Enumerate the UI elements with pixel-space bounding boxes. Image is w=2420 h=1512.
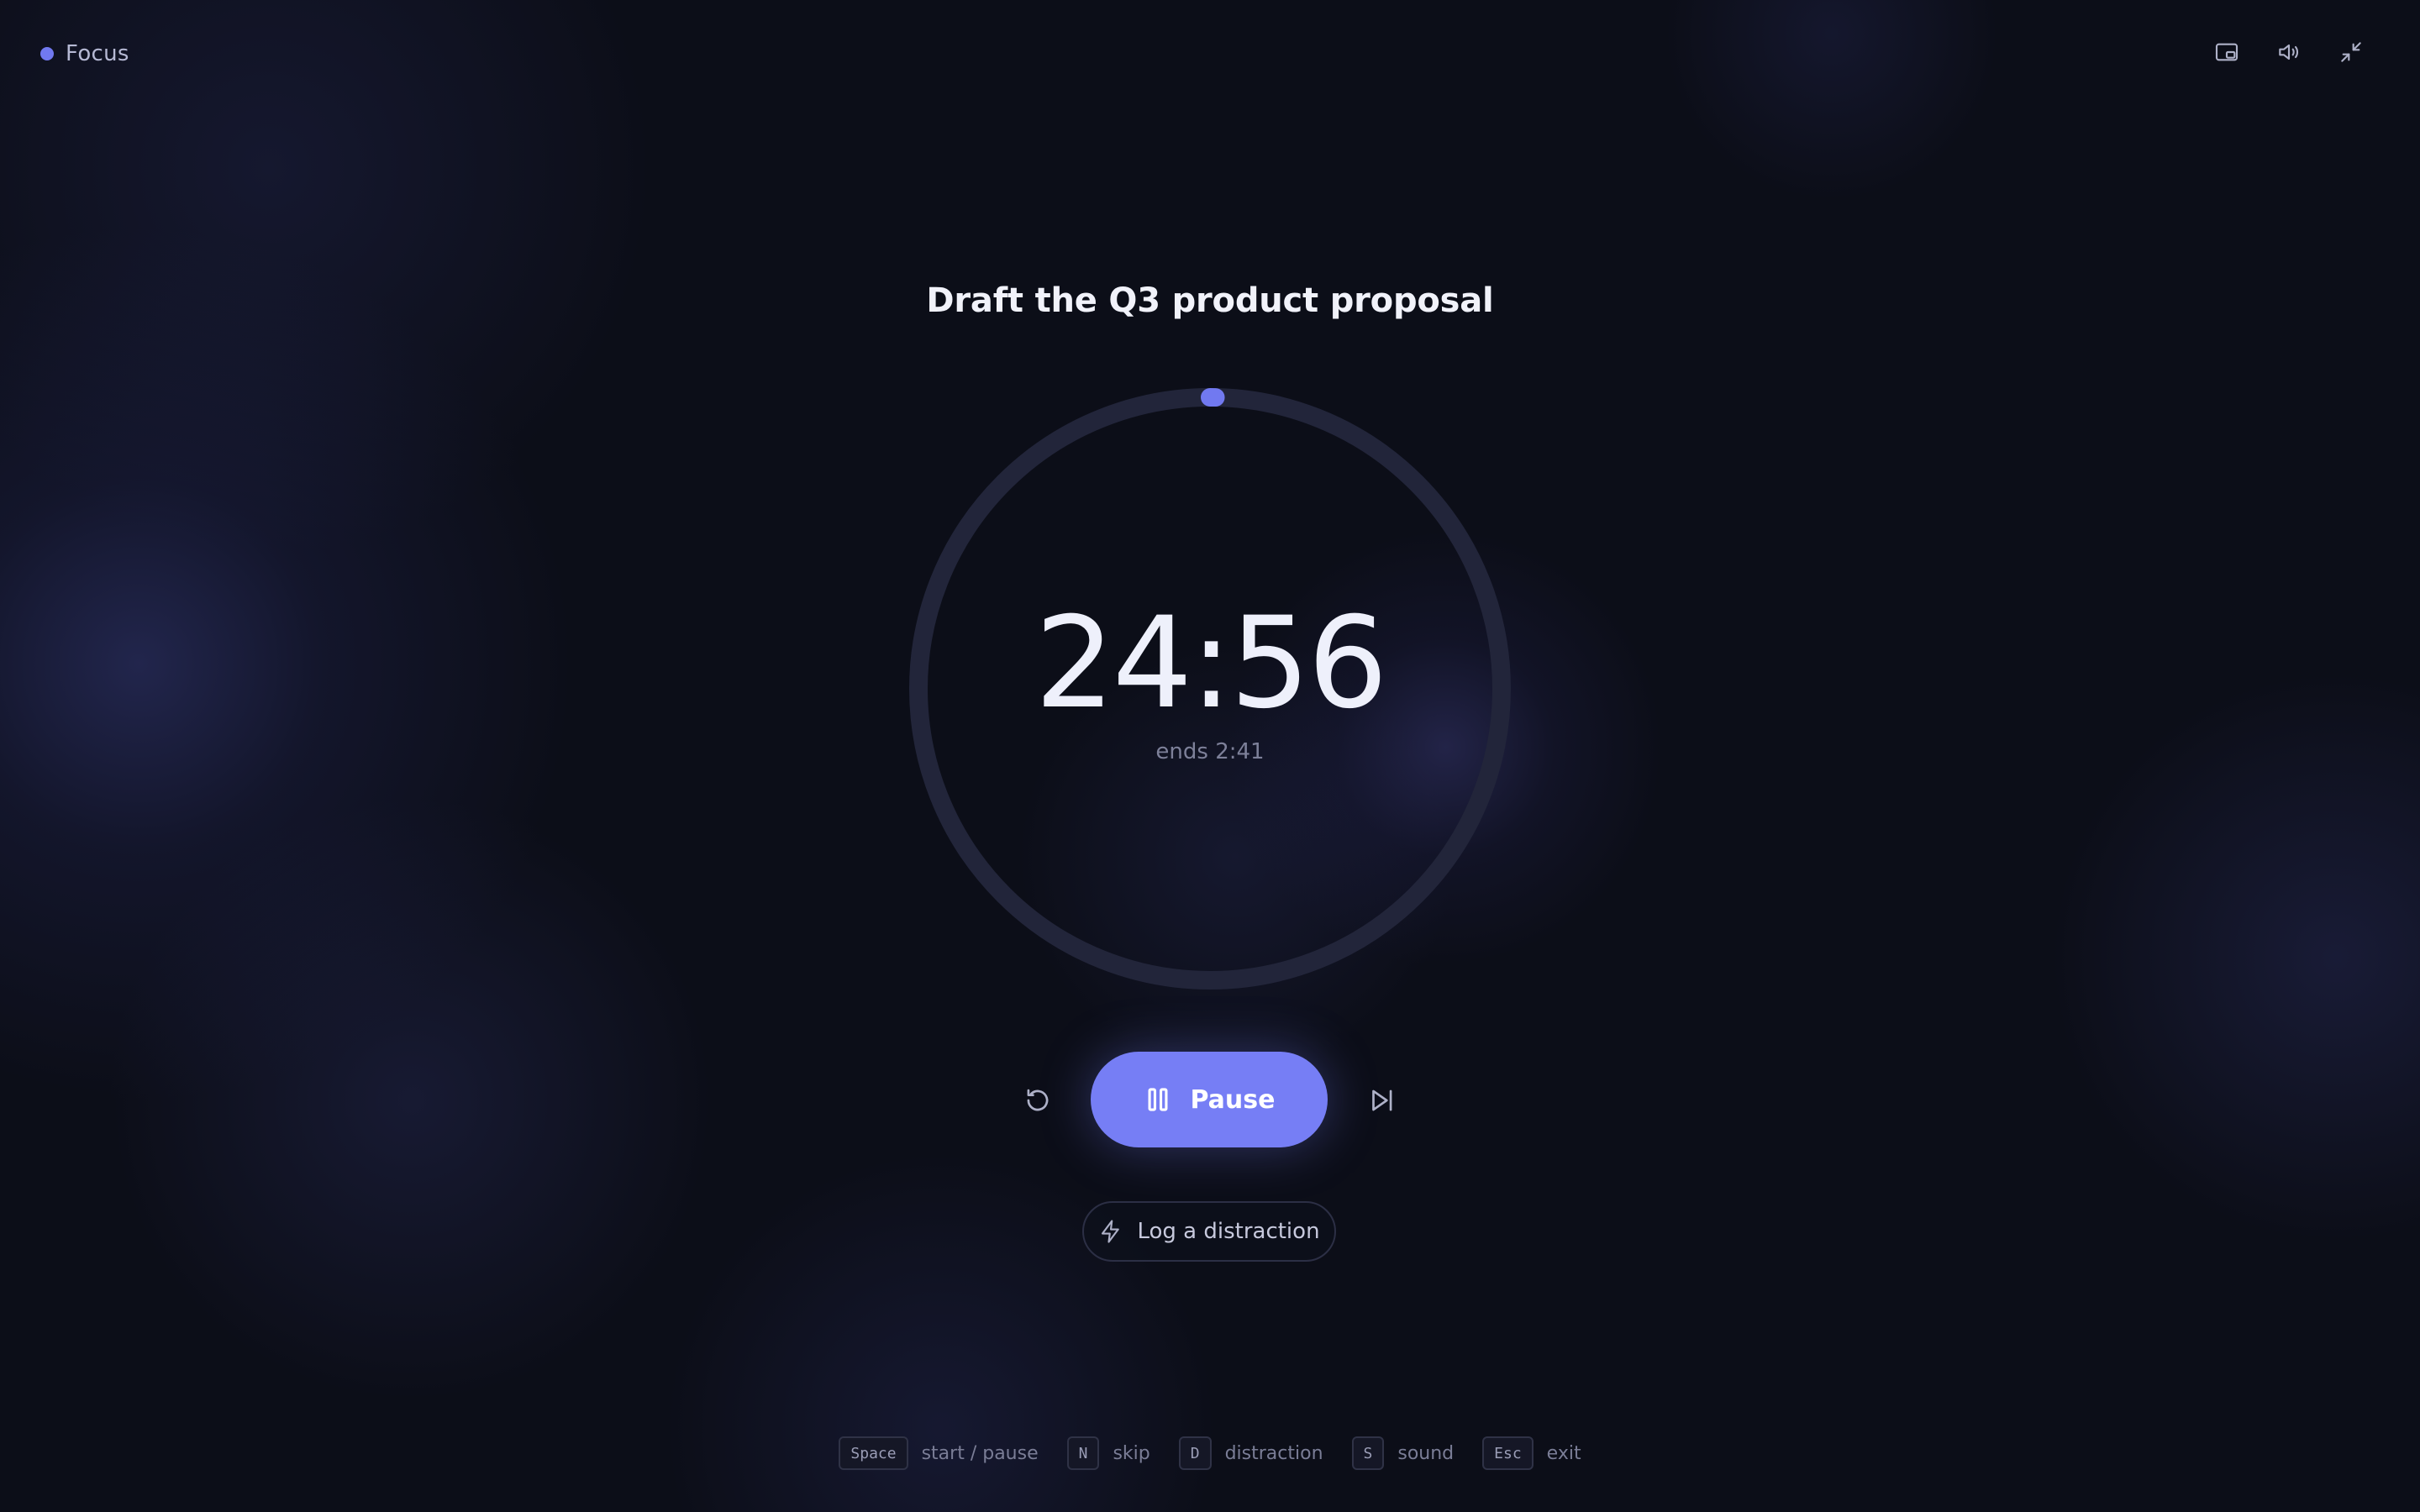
shortcut-label: exit xyxy=(1546,1442,1581,1464)
shortcut-key: S xyxy=(1351,1436,1385,1470)
pause-button[interactable]: Pause xyxy=(1091,1052,1328,1147)
minimize-icon xyxy=(2341,42,2361,62)
shortcut-key: Space xyxy=(839,1436,908,1470)
skip-next-icon xyxy=(1372,1089,1392,1111)
mode-indicator: Focus xyxy=(40,37,129,71)
shortcut-key: D xyxy=(1178,1436,1212,1470)
shortcut-label: distraction xyxy=(1224,1442,1323,1464)
volume-button[interactable] xyxy=(2270,34,2307,71)
pause-label: Pause xyxy=(1190,1084,1276,1115)
shortcut-key: N xyxy=(1066,1436,1100,1470)
mode-label: Focus xyxy=(66,41,129,66)
volume-icon xyxy=(2279,44,2299,60)
shortcut-distraction: D distraction xyxy=(1178,1436,1323,1470)
reset-button[interactable] xyxy=(1013,1075,1063,1126)
shortcut-skip: N skip xyxy=(1066,1436,1150,1470)
log-distraction-button[interactable]: Log a distraction xyxy=(1082,1201,1336,1262)
session-controls: Pause xyxy=(0,1052,2420,1149)
log-distraction-label: Log a distraction xyxy=(1137,1219,1320,1244)
task-title: Draft the Q3 product proposal xyxy=(926,281,1494,320)
mode-dot xyxy=(40,47,54,60)
shortcut-label: start / pause xyxy=(921,1442,1039,1464)
minimize-button[interactable] xyxy=(2333,34,2370,71)
shortcut-exit: Esc exit xyxy=(1482,1436,1581,1470)
end-time: ends 2:41 xyxy=(1155,739,1265,764)
shortcut-key: Esc xyxy=(1482,1436,1534,1470)
picture-in-picture-button[interactable] xyxy=(2208,34,2245,71)
focus-screen: Focus Draft the Q3 product proposal 24:5… xyxy=(0,0,2420,1512)
window-controls xyxy=(2208,34,2370,71)
skip-button[interactable] xyxy=(1356,1075,1407,1126)
picture-in-picture-icon xyxy=(2215,43,2238,61)
keyboard-shortcuts: Space start / pause N skip D distraction… xyxy=(0,1435,2420,1472)
pause-icon xyxy=(1148,1088,1167,1111)
lightning-icon xyxy=(1102,1220,1120,1243)
shortcut-space: Space start / pause xyxy=(839,1436,1039,1470)
reset-icon xyxy=(1027,1089,1049,1111)
shortcut-sound: S sound xyxy=(1351,1436,1455,1470)
shortcut-label: skip xyxy=(1113,1442,1150,1464)
shortcut-label: sound xyxy=(1397,1442,1455,1464)
time-remaining: 24:56 xyxy=(1034,591,1387,737)
